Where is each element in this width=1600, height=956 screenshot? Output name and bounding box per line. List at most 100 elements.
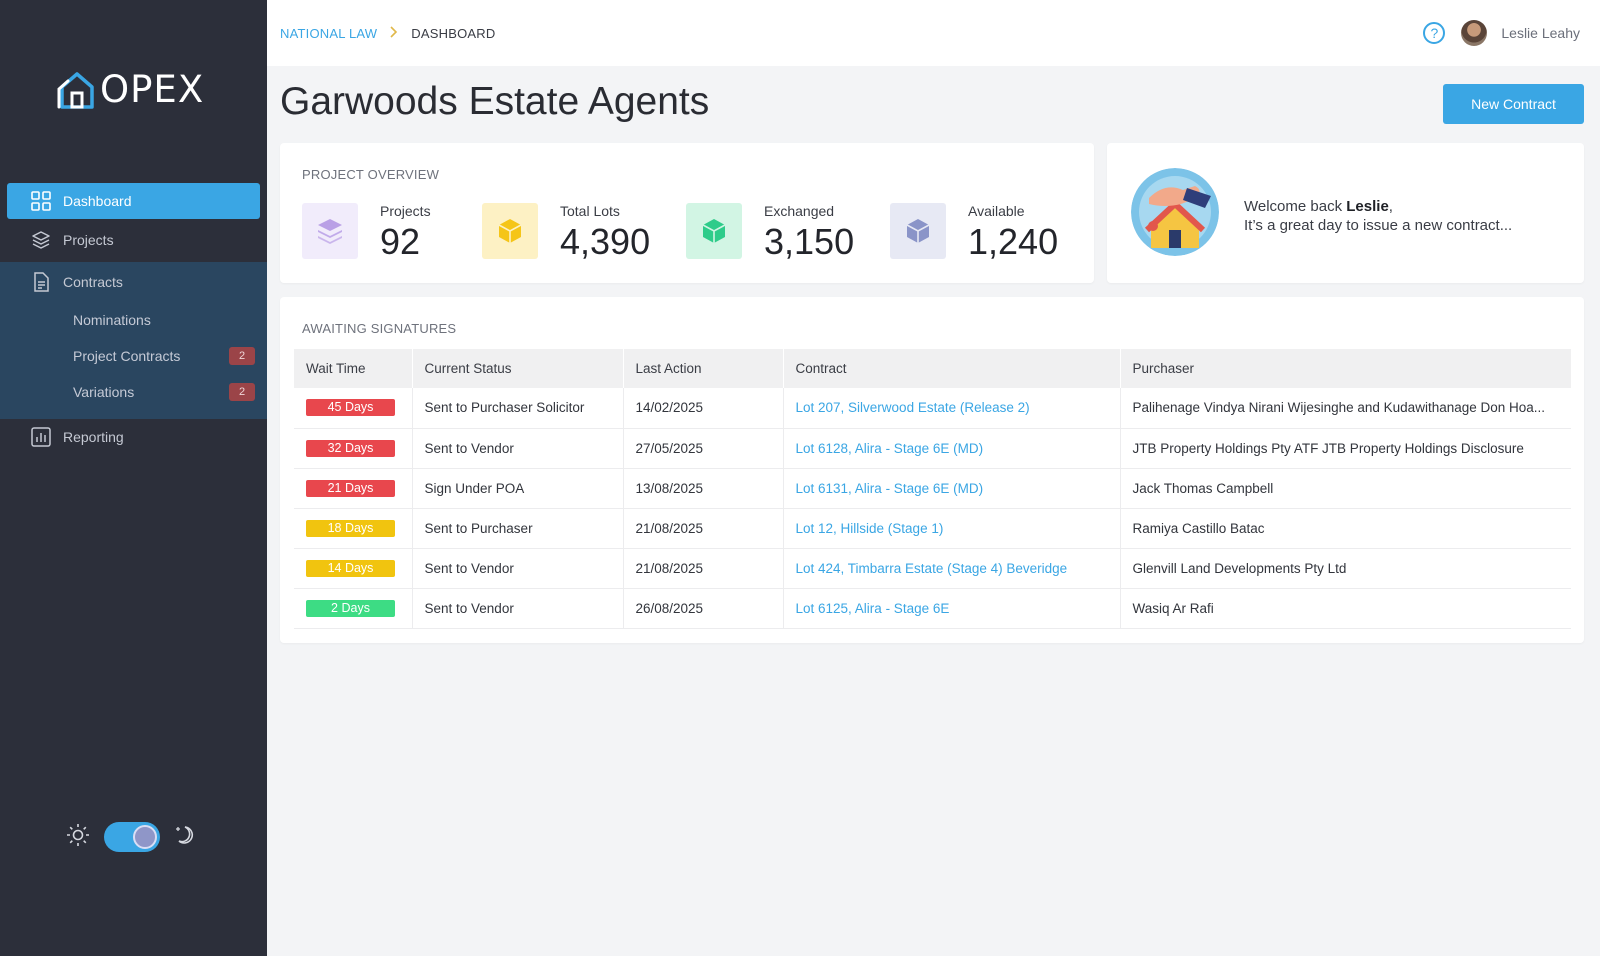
- welcome-message: Welcome back Leslie, It’s a great day to…: [1244, 197, 1512, 235]
- page-title: Garwoods Estate Agents: [280, 80, 710, 123]
- awaiting-signatures-card: AWAITING SIGNATURES Wait Time Current St…: [280, 297, 1584, 643]
- contract-link[interactable]: Lot 6128, Alira - Stage 6E (MD): [796, 441, 984, 456]
- contract-cell: Lot 12, Hillside (Stage 1): [783, 508, 1121, 549]
- bar-chart-icon: [31, 427, 51, 447]
- wait-time-cell: 32 Days: [294, 428, 413, 469]
- status-cell: Sent to Purchaser Solicitor: [412, 388, 624, 429]
- sidebar-item-contracts[interactable]: Contracts: [7, 264, 260, 300]
- stat-label: Available: [968, 203, 1025, 219]
- cube-icon: [686, 203, 742, 259]
- last-action-cell: 21/08/2025: [623, 548, 784, 589]
- wait-time-badge: 21 Days: [306, 479, 395, 497]
- awaiting-signatures-table: Wait Time Current Status Last Action Con…: [294, 349, 1571, 629]
- breadcrumb-current: DASHBOARD: [411, 25, 496, 41]
- stat-value: 1,240: [968, 221, 1059, 262]
- subitem-label: Project Contracts: [73, 348, 181, 364]
- wait-time-badge: 14 Days: [306, 559, 395, 577]
- sidebar-item-label: Projects: [63, 232, 114, 248]
- wait-time-badge: 45 Days: [306, 399, 395, 417]
- status-cell: Sent to Purchaser: [412, 508, 624, 549]
- welcome-suffix: ,: [1388, 198, 1393, 215]
- purchaser-cell: Jack Thomas Campbell: [1120, 468, 1571, 509]
- last-action-cell: 21/08/2025: [623, 508, 784, 549]
- contract-link[interactable]: Lot 207, Silverwood Estate (Release 2): [796, 400, 1030, 415]
- contract-cell: Lot 6125, Alira - Stage 6E: [783, 588, 1121, 629]
- table-row[interactable]: 32 Days Sent to Vendor 27/05/2025 Lot 61…: [294, 428, 1571, 469]
- table-row[interactable]: 14 Days Sent to Vendor 21/08/2025 Lot 42…: [294, 548, 1571, 589]
- wait-time-badge: 2 Days: [306, 599, 395, 617]
- help-icon[interactable]: ?: [1423, 22, 1446, 44]
- layers-icon: [302, 203, 358, 259]
- last-action-cell: 27/05/2025: [623, 428, 784, 469]
- table-header-row: Wait Time Current Status Last Action Con…: [294, 349, 1571, 388]
- purchaser-cell: Ramiya Castillo Batac: [1120, 508, 1571, 549]
- column-header-last-action[interactable]: Last Action: [623, 349, 784, 388]
- project-overview-card: PROJECT OVERVIEW Projects 92 Total Lots …: [280, 143, 1094, 283]
- stat-label: Projects: [380, 203, 431, 219]
- breadcrumb: NATIONAL LAW DASHBOARD: [280, 25, 495, 41]
- stat-available: Available 1,240: [890, 203, 1058, 263]
- sidebar: OPEX Dashboard Projects Contracts Nomina…: [0, 0, 267, 956]
- contract-link[interactable]: Lot 424, Timbarra Estate (Stage 4) Bever…: [796, 561, 1068, 576]
- welcome-name: Leslie: [1346, 198, 1389, 215]
- card-title: PROJECT OVERVIEW: [302, 167, 440, 182]
- sidebar-item-dashboard[interactable]: Dashboard: [7, 183, 260, 219]
- table-row[interactable]: 21 Days Sign Under POA 13/08/2025 Lot 61…: [294, 468, 1571, 509]
- layers-icon: [31, 230, 51, 250]
- table-row[interactable]: 2 Days Sent to Vendor 26/08/2025 Lot 612…: [294, 588, 1571, 629]
- cube-icon: [890, 203, 946, 259]
- house-logo-icon: [57, 71, 94, 109]
- stat-value: 3,150: [764, 221, 855, 262]
- sidebar-item-reporting[interactable]: Reporting: [7, 419, 260, 455]
- table-row[interactable]: 45 Days Sent to Purchaser Solicitor 14/0…: [294, 388, 1571, 429]
- subitem-label: Variations: [73, 384, 135, 400]
- new-contract-button[interactable]: New Contract: [1443, 84, 1584, 124]
- user-name[interactable]: Leslie Leahy: [1501, 25, 1580, 41]
- column-header-current-status[interactable]: Current Status: [412, 349, 624, 388]
- wait-time-cell: 14 Days: [294, 548, 413, 589]
- column-header-contract[interactable]: Contract: [783, 349, 1121, 388]
- contract-link[interactable]: Lot 6125, Alira - Stage 6E: [796, 601, 950, 616]
- table-row[interactable]: 18 Days Sent to Purchaser 21/08/2025 Lot…: [294, 508, 1571, 549]
- opex-logo[interactable]: OPEX: [56, 68, 204, 111]
- count-badge: 2: [229, 383, 255, 401]
- breadcrumb-parent-link[interactable]: NATIONAL LAW: [280, 26, 377, 41]
- sidebar-item-label: Dashboard: [63, 193, 132, 209]
- stat-total-lots: Total Lots 4,390: [482, 203, 650, 263]
- contract-cell: Lot 424, Timbarra Estate (Stage 4) Bever…: [783, 548, 1121, 589]
- stat-label: Total Lots: [560, 203, 620, 219]
- topbar: NATIONAL LAW DASHBOARD ? Leslie Leahy: [267, 0, 1600, 66]
- chevron-right-icon: [390, 25, 398, 41]
- theme-switch[interactable]: [104, 822, 160, 852]
- purchaser-cell: Wasiq Ar Rafi: [1120, 588, 1571, 629]
- wait-time-badge: 18 Days: [306, 519, 395, 537]
- sidebar-subitem-variations[interactable]: Variations 2: [73, 378, 255, 406]
- sidebar-item-label: Reporting: [63, 429, 124, 445]
- handshake-house-illustration: [1131, 168, 1219, 256]
- purchaser-cell: JTB Property Holdings Pty ATF JTB Proper…: [1120, 428, 1571, 469]
- status-cell: Sent to Vendor: [412, 428, 624, 469]
- last-action-cell: 26/08/2025: [623, 588, 784, 629]
- column-header-wait-time[interactable]: Wait Time: [294, 349, 413, 388]
- card-title: AWAITING SIGNATURES: [302, 321, 457, 336]
- contract-link[interactable]: Lot 6131, Alira - Stage 6E (MD): [796, 481, 984, 496]
- stat-label: Exchanged: [764, 203, 835, 219]
- contract-link[interactable]: Lot 12, Hillside (Stage 1): [796, 521, 944, 536]
- sidebar-subitem-nominations[interactable]: Nominations: [73, 306, 255, 334]
- welcome-prefix: Welcome back: [1244, 198, 1347, 215]
- sidebar-item-projects[interactable]: Projects: [7, 222, 260, 258]
- last-action-cell: 14/02/2025: [623, 388, 784, 429]
- stat-projects: Projects 92: [302, 203, 431, 263]
- subitem-label: Nominations: [73, 312, 151, 328]
- wait-time-badge: 32 Days: [306, 439, 395, 457]
- moon-icon: [174, 824, 196, 851]
- purchaser-cell: Palihenage Vindya Nirani Wijesinghe and …: [1120, 388, 1571, 429]
- avatar[interactable]: [1461, 20, 1488, 46]
- sun-icon: [66, 823, 90, 852]
- welcome-subtext: It’s a great day to issue a new contract…: [1244, 217, 1513, 234]
- sidebar-subitem-project-contracts[interactable]: Project Contracts 2: [73, 342, 255, 370]
- column-header-purchaser[interactable]: Purchaser: [1120, 349, 1571, 388]
- status-cell: Sent to Vendor: [412, 548, 624, 589]
- contract-cell: Lot 207, Silverwood Estate (Release 2): [783, 388, 1121, 429]
- count-badge: 2: [229, 347, 255, 365]
